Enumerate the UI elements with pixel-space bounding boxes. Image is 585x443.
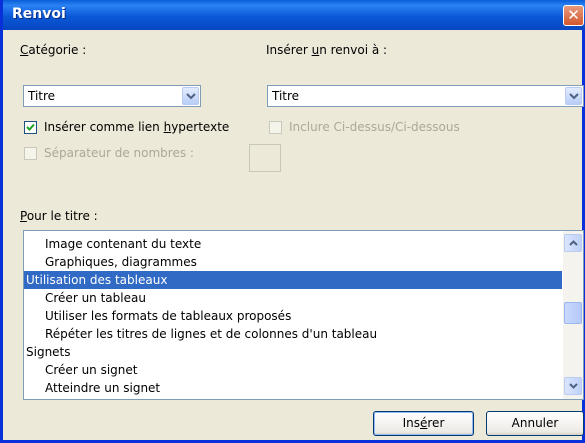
number-separator-input[interactable] xyxy=(249,144,281,172)
category-label: Catégorie : xyxy=(20,43,87,57)
close-button[interactable]: ✕ xyxy=(563,5,584,26)
cancel-button[interactable]: Annuler xyxy=(486,411,584,436)
include-above-below-checkbox[interactable] xyxy=(269,121,282,134)
chevron-up-icon xyxy=(569,240,578,246)
insert-reference-value: Titre xyxy=(272,89,300,103)
list-item[interactable]: Signets xyxy=(24,343,562,361)
chevron-down-icon xyxy=(186,93,196,100)
number-separator-label: Séparateur de nombres : xyxy=(44,146,194,160)
category-dropdown-button[interactable] xyxy=(182,87,199,105)
list-item[interactable]: Créer un tableau xyxy=(24,289,562,307)
list-item[interactable]: Graphiques, diagrammes xyxy=(24,253,562,271)
title-bar: Renvoi ✕ xyxy=(3,0,585,30)
list-item[interactable]: Atteindre un signet xyxy=(24,379,562,397)
chevron-down-icon xyxy=(569,93,579,100)
insert-reference-dropdown-button[interactable] xyxy=(565,87,582,105)
insert-reference-label: Insérer un renvoi à : xyxy=(266,43,388,57)
heading-listbox[interactable]: Image contenant du texte Graphiques, diag… xyxy=(23,230,584,400)
scroll-thumb[interactable] xyxy=(564,302,582,324)
vertical-scrollbar[interactable] xyxy=(563,231,583,399)
category-value: Titre xyxy=(28,89,56,103)
insert-reference-dropdown[interactable]: Titre xyxy=(267,85,584,107)
list-item[interactable]: Utiliser les formats de tableaux proposé… xyxy=(24,307,562,325)
close-icon: ✕ xyxy=(567,6,580,24)
insert-button[interactable]: Insérer xyxy=(373,411,474,436)
dialog-title: Renvoi xyxy=(12,6,66,22)
list-item[interactable]: Créer un signet xyxy=(24,361,562,379)
hyperlink-checkbox[interactable] xyxy=(24,121,37,134)
hyperlink-label: Insérer comme lien hypertexte xyxy=(44,120,230,134)
category-dropdown[interactable]: Titre xyxy=(23,85,201,107)
scroll-down-button[interactable] xyxy=(564,377,582,395)
cross-reference-dialog: Renvoi ✕ Catégorie : Titre Insérer un re… xyxy=(0,0,585,443)
list-item[interactable]: Image contenant du texte xyxy=(24,235,562,253)
scroll-up-button[interactable] xyxy=(564,234,582,252)
number-separator-checkbox[interactable] xyxy=(24,147,37,160)
checkmark-icon xyxy=(26,123,35,131)
for-title-label: Pour le titre : xyxy=(20,209,98,223)
include-above-below-label: Inclure Ci-dessus/Ci-dessous xyxy=(289,120,460,134)
list-item[interactable]: Répéter les titres de lignes et de colon… xyxy=(24,325,562,343)
list-item[interactable]: Utilisation des tableaux xyxy=(24,271,562,289)
chevron-down-icon xyxy=(569,383,578,389)
